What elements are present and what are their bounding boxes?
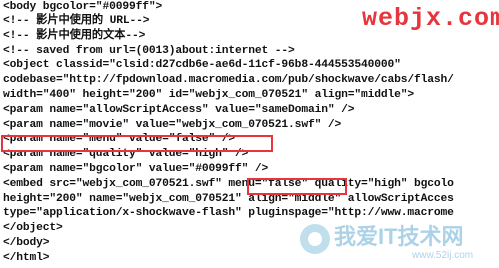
watermark-title: 我爱IT技术网 <box>334 224 464 249</box>
code-line-object-classid: <object classid="clsid:d27cdb6e-ae6d-11c… <box>3 59 401 71</box>
code-line-saved-from: <!-- saved from url=(0013)about:internet… <box>3 45 295 57</box>
code-line-comment-url: <!-- 影片中使用的 URL--> <box>3 15 150 27</box>
code-line-embed-type: type="application/x-shockwave-flash" plu… <box>3 207 454 219</box>
code-line-embed-size: height="200" name="webjx_com_070521" ali… <box>3 193 454 205</box>
code-line-object-close: </object> <box>3 222 63 234</box>
code-line-param-script: <param name="allowScriptAccess" value="s… <box>3 104 355 116</box>
code-line-param-bgcolor: <param name="bgcolor" value="#0099ff" /> <box>3 163 269 175</box>
watermark-url: www.52ij.com <box>412 250 474 261</box>
code-line-body-close: </body> <box>3 237 50 249</box>
code-line-object-size: width="400" height="200" id="webjx_com_0… <box>3 89 415 101</box>
code-line-body-open: <body bgcolor="#0099ff"> <box>3 1 163 13</box>
code-line-param-menu: <param name="menu" value="false" /> <box>3 133 236 145</box>
watermark-webjx: webjx.com <box>362 4 499 33</box>
code-line-html-close: </html> <box>3 252 50 264</box>
code-line-param-movie: <param name="movie" value="webjx_com_070… <box>3 119 342 131</box>
code-line-param-quality: <param name="quality" value="high" /> <box>3 148 249 160</box>
code-line-codebase: codebase="http://fpdownload.macromedia.c… <box>3 74 454 86</box>
watermark-emblem-icon <box>300 224 330 254</box>
code-line-embed-src: <embed src="webjx_com_070521.swf" menu="… <box>3 178 454 190</box>
watermark-logo: 我爱IT技术网 www.52ij.com <box>300 222 499 268</box>
code-line-comment-text: <!-- 影片中使用的文本--> <box>3 30 146 42</box>
